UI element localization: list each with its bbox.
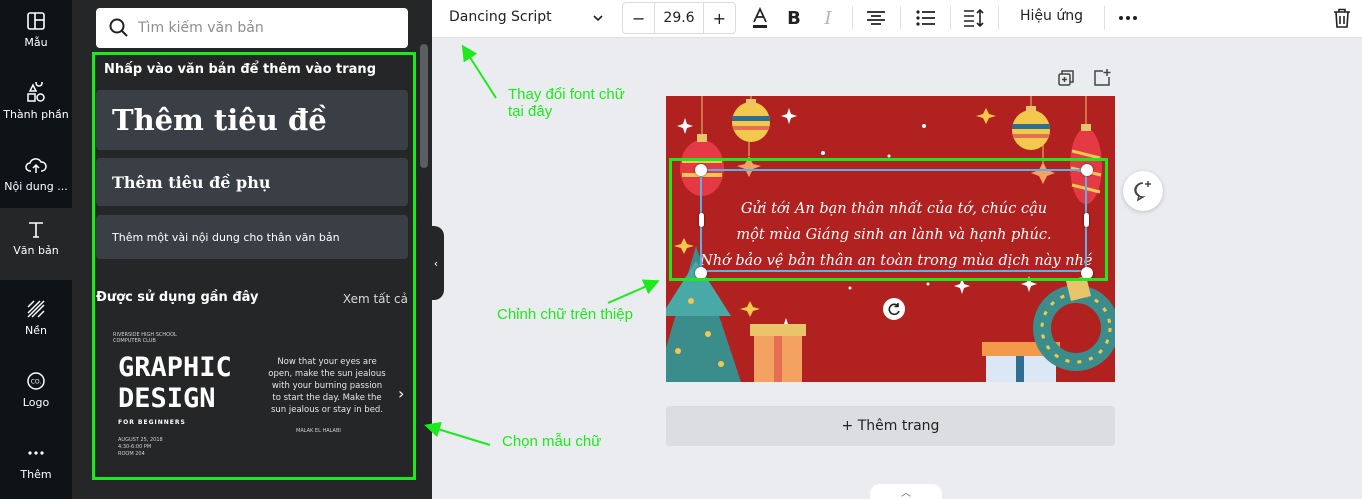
add-heading-button[interactable]: Thêm tiêu đề	[96, 90, 408, 150]
comment-add-icon	[1134, 181, 1151, 202]
line-spacing-icon[interactable]	[962, 6, 986, 30]
search-box[interactable]	[96, 8, 408, 48]
svg-text:CO.: CO.	[31, 379, 42, 386]
rail-item-text[interactable]: Văn bản	[0, 208, 72, 280]
rail-item-uploads[interactable]: Nội dung ...	[0, 144, 72, 216]
rail-label: Mẫu	[24, 36, 48, 49]
rail-label: Thêm	[20, 468, 52, 481]
align-center-icon[interactable]	[864, 6, 888, 30]
font-family-select[interactable]: Dancing Script	[439, 5, 615, 33]
toolbar-divider	[950, 6, 951, 30]
panel-scrollbar[interactable]	[420, 44, 428, 168]
bold-icon[interactable]: B	[782, 6, 806, 30]
recent-heading: Được sử dụng gần đây	[96, 290, 259, 305]
annotation-font: Thay đổi font chữ tại đây	[508, 86, 625, 120]
bullet-list-icon[interactable]	[914, 6, 938, 30]
font-size-decrease-button[interactable]: −	[623, 3, 654, 33]
template-quote: Now that your eyes are open, make the su…	[268, 357, 386, 415]
template-headline-line-2: DESIGN	[118, 383, 216, 414]
template-headline-line-1: GRAPHIC	[118, 352, 232, 383]
panel-hint: Nhấp vào văn bản để thêm vào trang	[104, 62, 376, 77]
add-page-button[interactable]: + Thêm trang	[666, 406, 1115, 446]
toolbar-divider	[852, 6, 853, 30]
resize-handle[interactable]	[1084, 213, 1089, 227]
recent-section: Được sử dụng gần đây Xem tất cả	[96, 290, 408, 306]
annotation-font-line-2: tại đây	[508, 103, 553, 120]
chevron-down-icon	[593, 15, 603, 22]
add-subheading-button[interactable]: Thêm tiêu đề phụ	[96, 158, 408, 206]
add-comment-button[interactable]	[1123, 171, 1163, 211]
font-size-input[interactable]: 29.6	[654, 3, 704, 33]
add-page-icon[interactable]	[1092, 68, 1112, 88]
rail-label: Nội dung ...	[4, 180, 68, 193]
rotate-icon	[888, 303, 900, 316]
see-all-link[interactable]: Xem tất cả	[343, 292, 408, 306]
rotate-handle[interactable]	[883, 298, 905, 320]
resize-handle[interactable]	[695, 267, 707, 279]
rail-item-templates[interactable]: Mẫu	[0, 0, 72, 72]
template-headline: GRAPHIC DESIGN	[118, 352, 232, 414]
rail-label: Văn bản	[13, 244, 59, 257]
recent-template[interactable]: RIVERSIDE HIGH SCHOOL COMPUTER CLUB GRAP…	[96, 318, 408, 474]
rail-item-elements[interactable]: Thành phần	[0, 72, 72, 144]
pattern-icon	[27, 300, 45, 318]
resize-handle[interactable]	[699, 213, 704, 227]
effects-button[interactable]: Hiệu ứng	[1020, 8, 1083, 24]
rail-item-background[interactable]: Nền	[0, 288, 72, 360]
chevron-right-icon[interactable]: ›	[398, 384, 404, 403]
search-icon	[109, 18, 128, 37]
cloud-upload-icon	[25, 158, 47, 173]
rail-label: Thành phần	[3, 108, 69, 121]
annotation-template: Chọn mẫu chữ	[502, 433, 602, 450]
chevron-up-icon: ︿	[901, 488, 911, 499]
more-options-icon[interactable]	[1116, 6, 1140, 30]
template-subline: FOR BEGINNERS	[118, 419, 186, 426]
text-panel: Nhấp vào văn bản để thêm vào trang Thêm …	[72, 0, 432, 499]
font-family-value: Dancing Script	[449, 9, 552, 25]
toolbar-divider	[998, 6, 999, 30]
text-selection-box[interactable]	[700, 169, 1087, 272]
shapes-icon	[27, 82, 45, 102]
workspace-scrollbar[interactable]	[1355, 40, 1362, 499]
rail-item-logo[interactable]: CO. Logo	[0, 360, 72, 432]
toolbar-divider	[900, 6, 901, 30]
more-icon	[28, 451, 44, 455]
chevron-left-icon: ‹	[433, 256, 439, 270]
toolbar-divider	[1104, 6, 1105, 30]
italic-icon[interactable]: I	[816, 6, 840, 30]
collapse-panel-handle[interactable]: ‹	[428, 226, 444, 300]
font-size-increase-button[interactable]: +	[704, 3, 735, 33]
duplicate-page-icon[interactable]	[1056, 68, 1076, 88]
rail-label: Nền	[25, 324, 47, 337]
expand-pages-tab[interactable]: ︿	[870, 484, 942, 499]
layout-icon	[27, 12, 45, 30]
logo-icon: CO.	[27, 372, 45, 390]
text-icon	[29, 222, 43, 238]
annotation-edit-text: Chỉnh chữ trên thiệp	[497, 306, 633, 323]
template-author: MALAK EL HALABI	[296, 428, 341, 434]
left-rail: Mẫu Thành phần Nội dung ... Văn bản Nền …	[0, 0, 72, 499]
top-toolbar: Dancing Script − 29.6 + B I Hiệu ứng	[432, 0, 1362, 38]
resize-handle[interactable]	[1081, 164, 1093, 176]
resize-handle[interactable]	[695, 164, 707, 176]
search-input[interactable]	[138, 16, 398, 40]
rail-item-more[interactable]: Thêm	[0, 432, 72, 499]
annotation-font-line-1: Thay đổi font chữ	[508, 86, 625, 103]
template-club: COMPUTER CLUB	[113, 338, 156, 344]
template-date: AUGUST 25, 2018 4:30-6:00 PM ROOM 204	[118, 437, 163, 457]
rail-label: Logo	[22, 396, 50, 409]
add-body-text-button[interactable]: Thêm một vài nội dung cho thân văn bản	[96, 215, 408, 259]
font-size-stepper: − 29.6 +	[622, 2, 736, 34]
resize-handle[interactable]	[1081, 267, 1093, 279]
trash-icon[interactable]	[1330, 6, 1354, 30]
text-color-icon[interactable]	[748, 6, 772, 30]
